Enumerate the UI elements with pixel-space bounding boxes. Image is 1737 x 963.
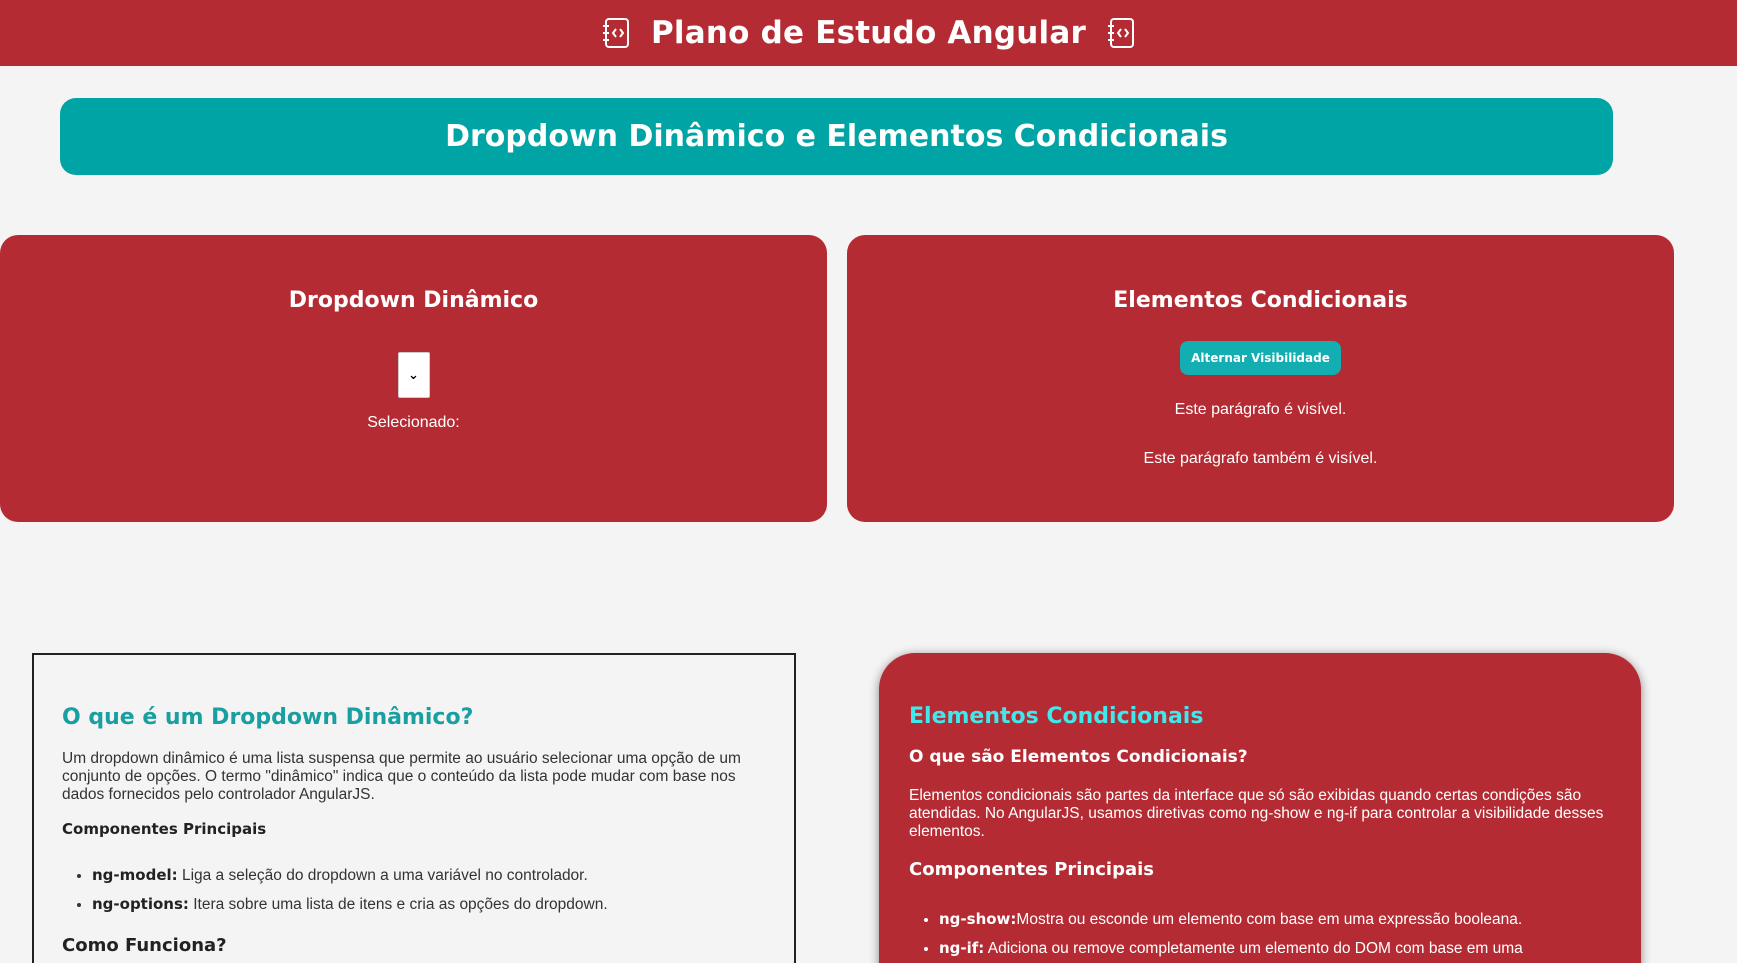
directive-description: Itera sobre uma lista de itens e cria as…	[188, 896, 608, 913]
conditional-explanation-title: Elementos Condicionais	[909, 704, 1204, 729]
section-title: Dropdown Dinâmico e Elementos Condiciona…	[445, 119, 1228, 154]
code-notebook-icon	[601, 17, 631, 49]
list-item: ng-model: Liga a seleção do dropdown a u…	[92, 866, 766, 885]
toggle-visibility-button[interactable]: Alternar Visibilidade	[1180, 341, 1341, 375]
components-list: ng-show:Mostra ou esconde um elemento co…	[909, 910, 1611, 958]
dynamic-dropdown-select[interactable]: ⌄	[397, 352, 430, 398]
dropdown-explanation-title: O que é um Dropdown Dinâmico?	[62, 705, 474, 730]
visible-paragraph-1: Este parágrafo é visível.	[1174, 401, 1347, 418]
dropdown-explanation-text: Um dropdown dinâmico é uma lista suspens…	[62, 750, 741, 803]
components-heading: Componentes Principais	[909, 859, 1155, 880]
page-title: Plano de Estudo Angular	[651, 15, 1086, 51]
directive-name: ng-options:	[92, 895, 189, 913]
directive-name: ng-if:	[939, 939, 985, 957]
conditional-demo-card: Elementos Condicionais Alternar Visibili…	[847, 235, 1674, 522]
directive-description: Liga a seleção do dropdown a uma variáve…	[177, 867, 588, 884]
list-item: ng-if: Adiciona ou remove completamente …	[939, 939, 1611, 958]
conditional-card-title: Elementos Condicionais	[1113, 288, 1408, 313]
chevron-down-icon: ⌄	[408, 367, 419, 383]
page-header: Plano de Estudo Angular	[0, 0, 1737, 66]
components-heading: Componentes Principais	[62, 820, 267, 838]
visible-paragraph-2: Este parágrafo também é visível.	[1143, 450, 1378, 467]
list-item: ng-options: Itera sobre uma lista de ite…	[92, 895, 766, 914]
dropdown-card-title: Dropdown Dinâmico	[288, 288, 539, 313]
directive-description: Mostra ou esconde um elemento com base e…	[1016, 911, 1523, 928]
directive-description: Adiciona ou remove completamente um elem…	[984, 940, 1523, 957]
conditional-explanation-text: Elementos condicionais são partes da int…	[909, 787, 1604, 840]
selected-value-label: Selecionado:	[367, 414, 460, 431]
directive-name: ng-show:	[939, 910, 1017, 928]
list-item: ng-show:Mostra ou esconde um elemento co…	[939, 910, 1611, 929]
conditional-question-heading: O que são Elementos Condicionais?	[909, 747, 1248, 767]
components-list: ng-model: Liga a seleção do dropdown a u…	[62, 866, 766, 914]
dropdown-demo-card: Dropdown Dinâmico ⌄ Selecionado:	[0, 235, 827, 522]
conditional-explanation-box: Elementos Condicionais O que são Element…	[879, 653, 1641, 963]
code-notebook-icon	[1106, 17, 1136, 49]
how-it-works-heading: Como Funciona?	[62, 935, 227, 956]
dropdown-explanation-box: O que é um Dropdown Dinâmico? Um dropdow…	[32, 653, 796, 963]
header-content: Plano de Estudo Angular	[601, 15, 1136, 51]
directive-name: ng-model:	[92, 866, 178, 884]
section-banner: Dropdown Dinâmico e Elementos Condiciona…	[60, 98, 1613, 175]
